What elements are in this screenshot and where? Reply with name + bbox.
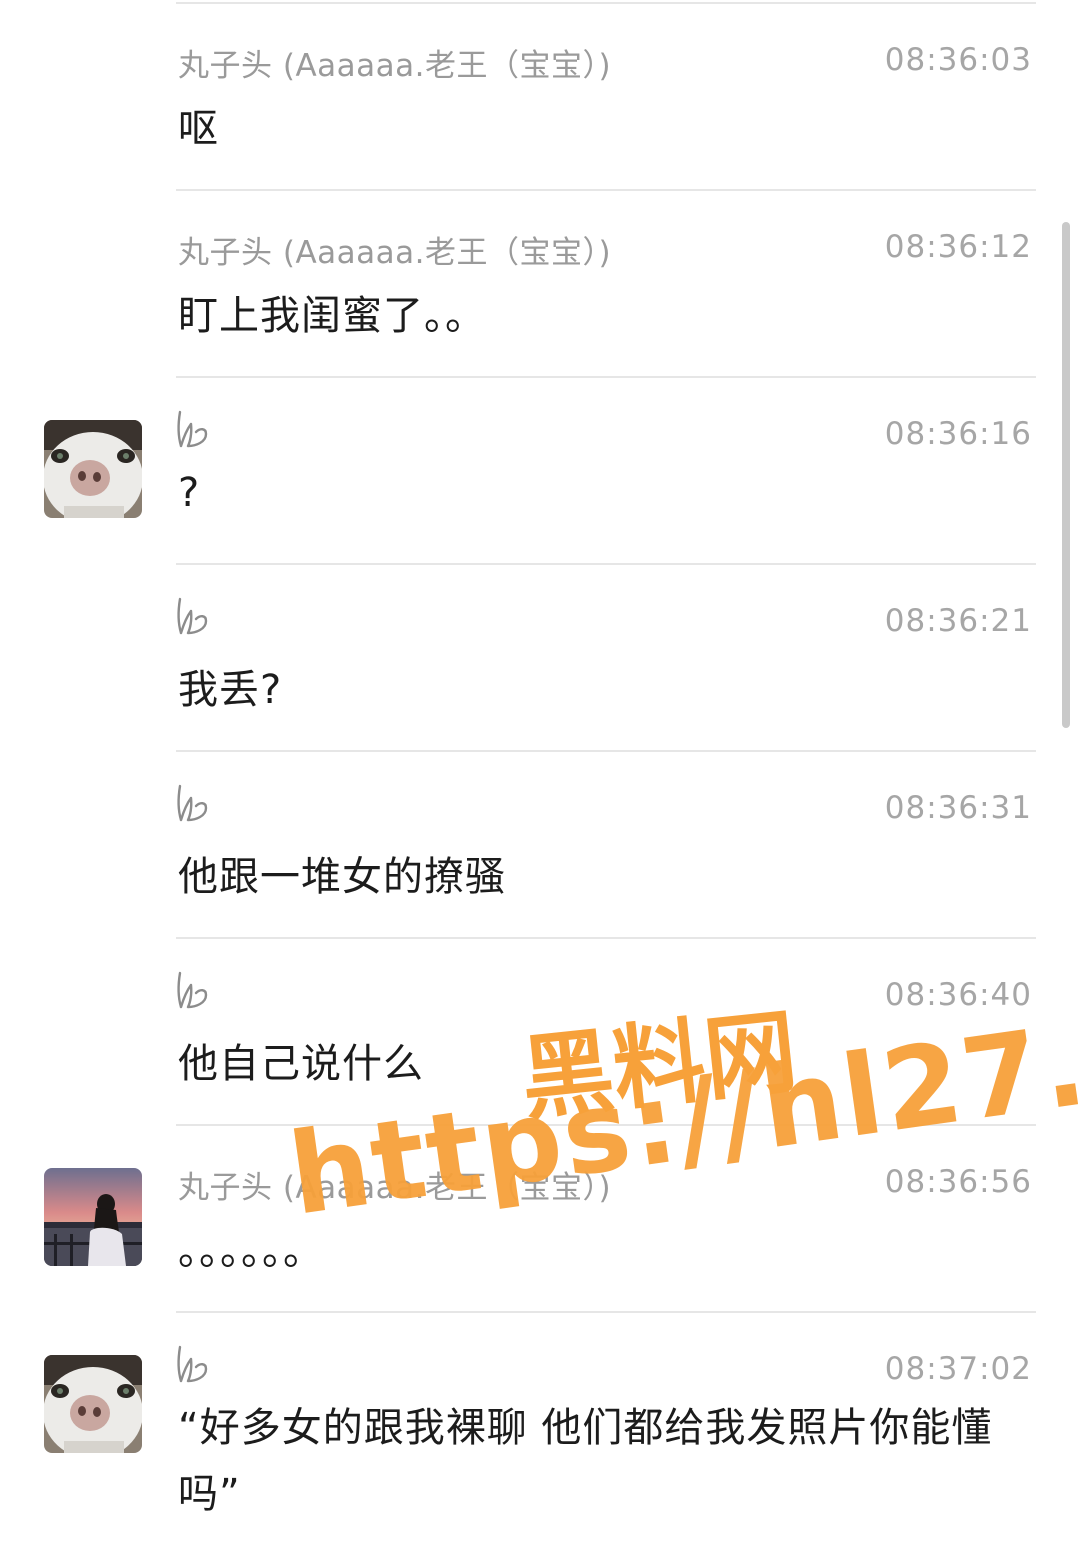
message-row[interactable]: 丸子头 (Aaaaaa.老王（宝宝）) 08:36:03 呕 xyxy=(0,4,1080,190)
message-row[interactable]: 丸子头 (Aaaaaa.老王（宝宝）) 08:36:12 盯上我闺蜜了。。 xyxy=(0,191,1080,377)
message-time: 08:36:12 xyxy=(884,229,1032,265)
message-time: 08:36:16 xyxy=(884,416,1032,452)
girl-sunset-avatar-icon[interactable] xyxy=(44,1168,142,1266)
message-row[interactable]: 08:36:21 我丢? xyxy=(0,565,1080,751)
message-time: 08:37:02 xyxy=(884,1351,1032,1387)
sender-name: 丸子头 (Aaaaaa.老王（宝宝）) xyxy=(178,1170,612,1206)
message-time: 08:36:21 xyxy=(884,603,1032,639)
message-text[interactable]: 他自己说什么 xyxy=(178,1031,424,1089)
message-row[interactable]: 08:36:31 他跟一堆女的撩骚 xyxy=(0,752,1080,938)
message-text[interactable]: 他跟一堆女的撩骚 xyxy=(178,844,506,902)
handwritten-name-icon xyxy=(174,780,212,824)
message-row[interactable]: 08:37:02 “好多女的跟我裸聊 他们都给我发照片你能懂吗” xyxy=(0,1313,1080,1560)
handwritten-name-icon xyxy=(174,1341,212,1385)
handwritten-name-icon xyxy=(174,406,212,450)
message-text[interactable]: “好多女的跟我裸聊 他们都给我发照片你能懂吗” xyxy=(178,1395,1028,1527)
message-text[interactable]: ? xyxy=(178,470,200,516)
message-text[interactable]: 盯上我闺蜜了。。 xyxy=(178,283,486,341)
message-time: 08:36:56 xyxy=(884,1164,1032,1200)
message-row[interactable]: 丸子头 (Aaaaaa.老王（宝宝）) 08:36:56 。。。。。。 xyxy=(0,1126,1080,1312)
sender-name: 丸子头 (Aaaaaa.老王（宝宝）) xyxy=(178,235,612,271)
message-time: 08:36:40 xyxy=(884,977,1032,1013)
message-row[interactable]: 08:36:40 他自己说什么 xyxy=(0,939,1080,1125)
message-time: 08:36:31 xyxy=(884,790,1032,826)
message-text[interactable]: 我丢? xyxy=(178,657,282,715)
message-text[interactable]: 。。。。。。 xyxy=(178,1218,324,1276)
chat-history[interactable]: 丸子头 (Aaaaaa.老王（宝宝）) 08:36:03 呕 丸子头 (Aaaa… xyxy=(0,0,1080,1560)
cat-avatar-icon[interactable] xyxy=(44,420,142,518)
scrollbar[interactable] xyxy=(1062,222,1070,728)
message-time: 08:36:03 xyxy=(884,42,1032,78)
message-row[interactable]: 08:36:16 ? xyxy=(0,378,1080,564)
handwritten-name-icon xyxy=(174,967,212,1011)
sender-name: 丸子头 (Aaaaaa.老王（宝宝）) xyxy=(178,48,612,84)
handwritten-name-icon xyxy=(174,593,212,637)
cat-avatar-icon[interactable] xyxy=(44,1355,142,1453)
message-text[interactable]: 呕 xyxy=(178,96,219,154)
